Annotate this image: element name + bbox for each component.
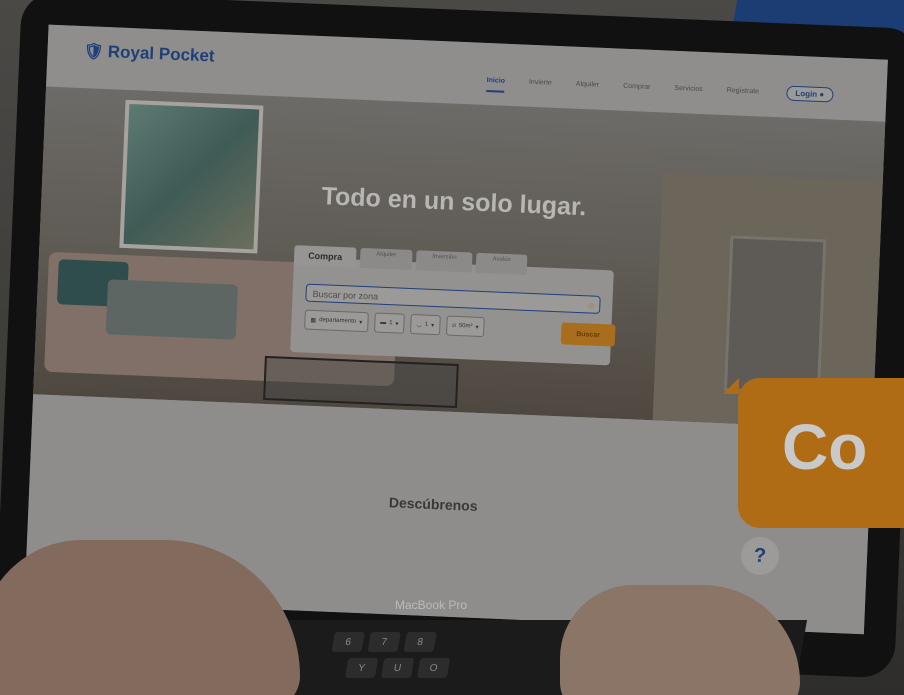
location-pin-icon: ⌾ — [588, 301, 595, 313]
promo-tip — [723, 378, 739, 394]
tab-alquiler[interactable]: Alquiler — [359, 247, 413, 271]
bed-icon: ▬ — [380, 319, 387, 326]
property-type-select[interactable]: ▦ departamento ▾ — [304, 309, 369, 333]
wall-painting — [119, 99, 264, 254]
crest-icon: 🛡 — [83, 43, 105, 61]
nav-item-servicios[interactable]: Servicios — [674, 85, 703, 101]
building-icon: ▦ — [310, 317, 317, 324]
key: O — [416, 658, 451, 678]
bedrooms-select[interactable]: ▬ 1 ▾ — [373, 312, 405, 334]
login-label: Login — [795, 88, 818, 99]
user-icon: ● — [819, 89, 825, 100]
bathrooms-select[interactable]: ◡ 1 ▾ — [410, 314, 441, 336]
area-value: 50m² — [458, 323, 473, 330]
promo-text: Co — [782, 411, 868, 483]
laptop-brand-label: MacBook Pro — [395, 598, 468, 612]
site-logo[interactable]: 🛡 Royal Pocket — [83, 41, 215, 66]
chevron-down-icon: ▾ — [430, 322, 435, 329]
photo-scene: 🛡 Royal Pocket Inicio Invierte Alquiler … — [0, 0, 904, 695]
nav-item-registrate[interactable]: Regístrate — [726, 87, 760, 103]
nav-item-inicio[interactable]: Inicio — [486, 76, 506, 93]
tab-inversion[interactable]: Inversión — [415, 250, 473, 273]
nav-item-alquiler[interactable]: Alquiler — [575, 81, 600, 97]
search-placeholder: Buscar por zona — [312, 288, 379, 302]
login-button[interactable]: Login ● — [786, 85, 834, 103]
bathrooms-value: 1 — [424, 321, 429, 328]
nav-item-comprar[interactable]: Comprar — [623, 83, 651, 99]
chevron-down-icon: ▾ — [475, 324, 479, 331]
door — [723, 235, 827, 396]
tab-avaluo[interactable]: Avalúo — [476, 252, 528, 275]
key: 6 — [331, 632, 365, 652]
area-icon: ⧄ — [451, 322, 457, 329]
bedrooms-value: 1 — [389, 320, 393, 327]
striped-pillow — [105, 279, 238, 340]
help-button[interactable]: ? — [740, 536, 780, 576]
key: U — [380, 658, 415, 678]
chevron-down-icon: ▾ — [395, 320, 399, 327]
nav-menu: Inicio Invierte Alquiler Comprar Servici… — [486, 76, 760, 103]
tab-compra[interactable]: Compra — [293, 245, 357, 268]
area-select[interactable]: ⧄ 50m² ▾ — [445, 315, 485, 338]
hero-title: Todo en un solo lugar. — [321, 182, 587, 222]
key: 8 — [403, 632, 437, 652]
property-type-value: departamento — [319, 317, 357, 325]
bath-icon: ◡ — [416, 321, 422, 328]
nav-item-invierte[interactable]: Invierte — [528, 79, 552, 95]
search-button[interactable]: Buscar — [560, 322, 616, 347]
chevron-down-icon: ▾ — [359, 319, 363, 326]
section-title: Descúbrenos — [388, 494, 478, 514]
key: 7 — [367, 632, 401, 652]
key: Y — [344, 658, 379, 678]
coffee-table — [263, 355, 459, 409]
logo-text: Royal Pocket — [107, 42, 215, 66]
